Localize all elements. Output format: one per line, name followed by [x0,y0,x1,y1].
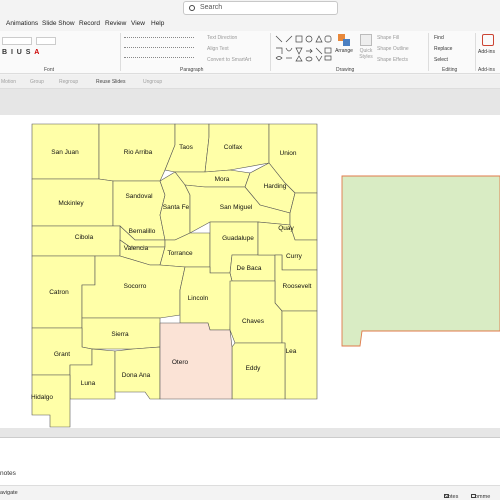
notes-pane[interactable]: notes [0,437,500,485]
find-button[interactable]: Find [434,35,444,41]
paragraph-controls[interactable] [124,35,194,63]
motion-button[interactable]: Motion [1,79,16,85]
status-bar: avigate Notes Comme [0,485,500,500]
quick-styles-button[interactable]: Quick Styles [357,33,375,63]
label-guadalupe: Guadalupe [222,235,254,242]
label-chaves: Chaves [242,318,265,325]
quick-styles-label: Quick Styles [359,48,373,60]
quick-access-toolbar: Motion Group Regroup Reuse Slides Ungrou… [0,75,500,89]
county-mora [174,169,251,188]
title-bar: Search [0,0,500,17]
slide[interactable]: San Juan Rio Arriba Taos Colfax Union Mo… [0,115,500,428]
notes-status-label: Notes [444,494,459,500]
county-hidalgo [31,374,71,428]
tab-view[interactable]: View [131,20,145,27]
label-union: Union [280,150,297,157]
navigate-text: avigate [0,490,18,496]
label-torrance: Torrance [167,250,193,257]
group-label-font: Font [44,67,55,73]
search-placeholder: Search [200,4,223,11]
addins-icon [482,34,494,46]
label-taos: Taos [179,144,193,151]
reuse-slides-button[interactable]: Reuse Slides [96,79,125,85]
label-catron: Catron [49,289,69,296]
label-sandoval: Sandoval [125,193,153,200]
label-rio-arriba: Rio Arriba [124,149,153,156]
arrange-icon [338,34,350,46]
label-mora: Mora [215,176,230,183]
search-icon [189,5,195,11]
group-label-paragraph: Paragraph [180,67,204,73]
tab-slide-show[interactable]: Slide Show [42,20,75,27]
tab-animations[interactable]: Animations [6,20,38,27]
green-state-shape [341,175,500,347]
label-socorro: Socorro [124,283,147,290]
convert-smartart-button[interactable]: Convert to SmartArt [207,57,251,63]
label-sierra: Sierra [111,331,129,338]
notes-placeholder: notes [0,470,16,477]
ribbon: B I U S A Font Text Direction Align Text… [0,31,500,74]
group-label-addins: Add-ins [478,67,495,73]
label-de-baca: De Baca [237,265,262,272]
group-label-drawing: Drawing [336,67,355,73]
shape-outline-button[interactable]: Shape Outline [377,46,409,52]
county-chaves [229,280,283,344]
county-lea [281,310,318,400]
replace-button[interactable]: Replace [434,46,452,52]
shape-fill-button[interactable]: Shape Fill [377,35,399,41]
label-santa-fe: Santa Fe [163,204,190,211]
label-otero: Otero [172,359,189,366]
text-direction-button[interactable]: Text Direction [207,35,237,41]
label-quay: Quay [278,225,294,232]
label-lincoln: Lincoln [188,295,209,302]
quick-styles-icon [360,34,372,46]
label-cibola: Cibola [75,234,94,241]
search-input[interactable]: Search [183,1,338,15]
ungroup-button[interactable]: Ungroup [143,79,162,85]
label-san-miguel: San Miguel [220,204,253,211]
ribbon-tabs: Animations Slide Show Record Review View… [0,17,500,31]
addins-label: Add-ins [478,49,495,55]
label-lea: Lea [286,348,297,355]
label-bernalillo: Bernalillo [129,228,156,235]
group-label-editing: Editing [442,67,458,73]
label-valencia: Valencia [124,245,149,252]
county-otero [159,322,233,400]
align-text-button[interactable]: Align Text [207,46,229,52]
arrange-button[interactable]: Arrange [334,33,354,63]
tab-review[interactable]: Review [105,20,126,27]
shapes-gallery[interactable] [274,34,332,64]
label-mckinley: Mckinley [58,200,84,207]
comments-status-label: Comme [471,494,491,500]
label-harding: Harding [264,183,287,190]
label-san-juan: San Juan [51,149,79,156]
arrange-label: Arrange [335,48,353,54]
label-eddy: Eddy [246,365,262,372]
font-controls[interactable]: B I U S A [2,37,112,59]
select-button[interactable]: Select [434,57,448,63]
label-hidalgo: Hidalgo [31,394,53,401]
new-mexico-county-map: San Juan Rio Arriba Taos Colfax Union Mo… [31,123,500,428]
shape-effects-button[interactable]: Shape Effects [377,57,408,63]
tab-help[interactable]: Help [151,20,164,27]
label-grant: Grant [54,351,70,358]
addins-button[interactable]: Add-ins [478,33,500,63]
tab-record[interactable]: Record [79,20,100,27]
slide-canvas-area: San Juan Rio Arriba Taos Colfax Union Mo… [0,89,500,437]
county-quay [289,192,318,241]
label-dona-ana: Dona Ana [122,372,151,379]
label-curry: Curry [286,253,303,260]
county-cibola [31,225,121,257]
regroup-button[interactable]: Regroup [59,79,78,85]
label-roosevelt: Roosevelt [283,283,312,290]
label-luna: Luna [81,380,96,387]
group-button[interactable]: Group [30,79,44,85]
label-colfax: Colfax [224,144,243,151]
